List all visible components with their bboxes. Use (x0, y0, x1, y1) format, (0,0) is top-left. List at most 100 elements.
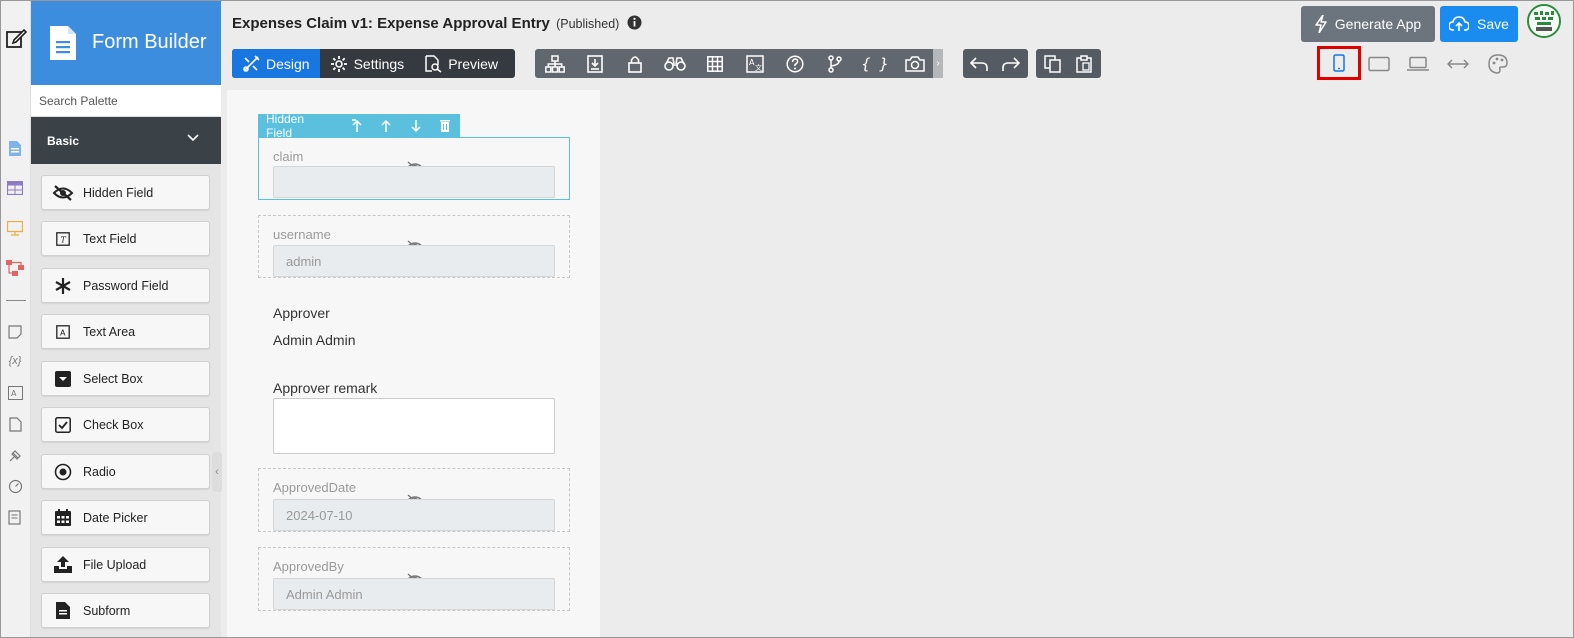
text-field-icon: T (52, 228, 74, 250)
palette-item-check-box[interactable]: Check Box (41, 407, 210, 442)
palette-item-file-upload[interactable]: File Upload (41, 547, 210, 582)
save-button[interactable]: Save (1440, 6, 1518, 42)
arrow-down-icon[interactable] (401, 114, 430, 137)
bolt-icon (1315, 15, 1327, 33)
select-box-icon (52, 368, 74, 390)
field-label: ApprovedBy (273, 559, 344, 574)
i18n-icon[interactable]: A文 (735, 49, 775, 78)
form-builder-logo-icon (50, 25, 76, 60)
rail-divider (6, 300, 26, 301)
userview-icon[interactable] (5, 218, 25, 238)
design-icon (243, 54, 260, 72)
palette-icon (1488, 54, 1508, 74)
help-icon[interactable] (775, 49, 815, 78)
svg-text:A: A (11, 389, 17, 398)
brand-header: Form Builder (31, 0, 221, 85)
toolbar-scroll-right[interactable]: › (933, 49, 943, 78)
log-icon[interactable] (5, 507, 25, 527)
mobile-phone-icon (1333, 54, 1345, 72)
performance-icon[interactable] (5, 476, 25, 496)
lock-icon[interactable] (615, 49, 655, 78)
hidden-field-username[interactable]: username admin (258, 215, 570, 278)
undo-redo-group (963, 49, 1028, 78)
palette-search-input[interactable] (31, 85, 221, 116)
svg-text:T: T (61, 235, 67, 244)
redo-icon[interactable] (995, 49, 1027, 78)
undo-icon[interactable] (963, 49, 995, 78)
palette-collapse-handle[interactable]: ‹ (212, 452, 222, 492)
field-input: admin (273, 245, 555, 277)
form-status: (Published) (556, 17, 620, 31)
check-box-icon (52, 414, 74, 436)
hidden-field-approved-date[interactable]: ApprovedDate 2024-07-10 (258, 468, 570, 532)
gear-icon (330, 55, 347, 72)
palette-item-date-picker[interactable]: Date Picker (41, 500, 210, 535)
datalist-icon[interactable] (5, 178, 25, 198)
form-icon[interactable] (5, 138, 25, 158)
subform-icon (52, 600, 74, 622)
process-icon[interactable] (5, 258, 25, 278)
field-label: claim (273, 149, 304, 164)
edit-form-icon[interactable] (4, 26, 28, 50)
palette-item-text-field[interactable]: T Text Field (41, 221, 210, 256)
left-icon-rail: {x} A (0, 0, 31, 638)
full-width-view-button[interactable] (1444, 50, 1472, 78)
palette-item-radio[interactable]: Radio (41, 454, 210, 489)
note-icon[interactable] (5, 322, 25, 342)
avatar[interactable] (1527, 4, 1561, 38)
approver-remark-textarea[interactable] (273, 398, 555, 454)
import-export-icon[interactable] (575, 49, 615, 78)
generate-app-button[interactable]: Generate App (1301, 6, 1435, 42)
copy-icon[interactable] (1036, 49, 1068, 78)
cloud-upload-icon (1449, 16, 1470, 31)
tab-preview[interactable]: Preview (414, 49, 508, 78)
palette-item-subform[interactable]: Subform (41, 593, 210, 628)
plugin-icon[interactable] (5, 445, 25, 465)
tab-settings[interactable]: Settings (320, 49, 415, 78)
svg-text:文: 文 (755, 63, 762, 72)
table-icon[interactable] (695, 49, 735, 78)
app-title: Form Builder (92, 31, 207, 53)
approver-label: Approver (273, 305, 330, 321)
form-title: Expenses Claim v1: Expense Approval Entr… (232, 15, 642, 32)
calendar-icon (52, 507, 74, 529)
copy-paste-group (1036, 49, 1101, 78)
tree-structure-icon[interactable] (535, 49, 575, 78)
palette-category-basic[interactable]: Basic (31, 117, 221, 164)
hidden-field-approved-by[interactable]: ApprovedBy Admin Admin (258, 547, 570, 611)
preview-icon (425, 54, 442, 73)
binoculars-icon[interactable] (655, 49, 695, 78)
code-braces-icon[interactable]: { } (855, 49, 895, 78)
tablet-view-button[interactable] (1365, 50, 1393, 78)
palette-search (31, 85, 221, 117)
info-icon[interactable] (627, 15, 642, 30)
message-icon[interactable]: A (5, 383, 25, 403)
branch-icon[interactable] (815, 49, 855, 78)
approver-remark-label: Approver remark (273, 380, 378, 396)
hidden-field-claim[interactable]: claim (258, 137, 570, 200)
document-icon[interactable] (5, 414, 25, 434)
theme-button[interactable] (1484, 50, 1512, 78)
palette-item-text-area[interactable]: A Text Area (41, 314, 210, 349)
selected-element-label: Hidden Field (266, 111, 305, 140)
paste-icon[interactable] (1068, 49, 1100, 78)
field-label: username (273, 227, 331, 242)
laptop-view-button[interactable] (1404, 50, 1432, 78)
builder-tabs: Design Settings Preview (232, 49, 515, 78)
mobile-view-button[interactable] (1317, 46, 1361, 80)
palette-item-select-box[interactable]: Select Box (41, 361, 210, 396)
tab-design[interactable]: Design (232, 49, 320, 78)
palette-item-password-field[interactable]: Password Field (41, 268, 210, 303)
arrow-up-icon[interactable] (372, 114, 401, 137)
move-up-out-icon[interactable] (342, 114, 371, 137)
delete-icon[interactable] (431, 114, 460, 137)
tool-icon-bar: A文 { } (535, 49, 943, 78)
camera-icon[interactable] (895, 49, 935, 78)
palette-category-label: Basic (47, 133, 80, 148)
upload-icon (52, 554, 74, 576)
chevron-down-icon (187, 134, 199, 142)
palette-item-hidden-field[interactable]: Hidden Field (41, 175, 210, 210)
selected-element-toolbar: Hidden Field (258, 111, 460, 140)
palette-list: Hidden Field T Text Field Password Field… (31, 164, 221, 638)
variable-icon[interactable]: {x} (5, 351, 25, 371)
